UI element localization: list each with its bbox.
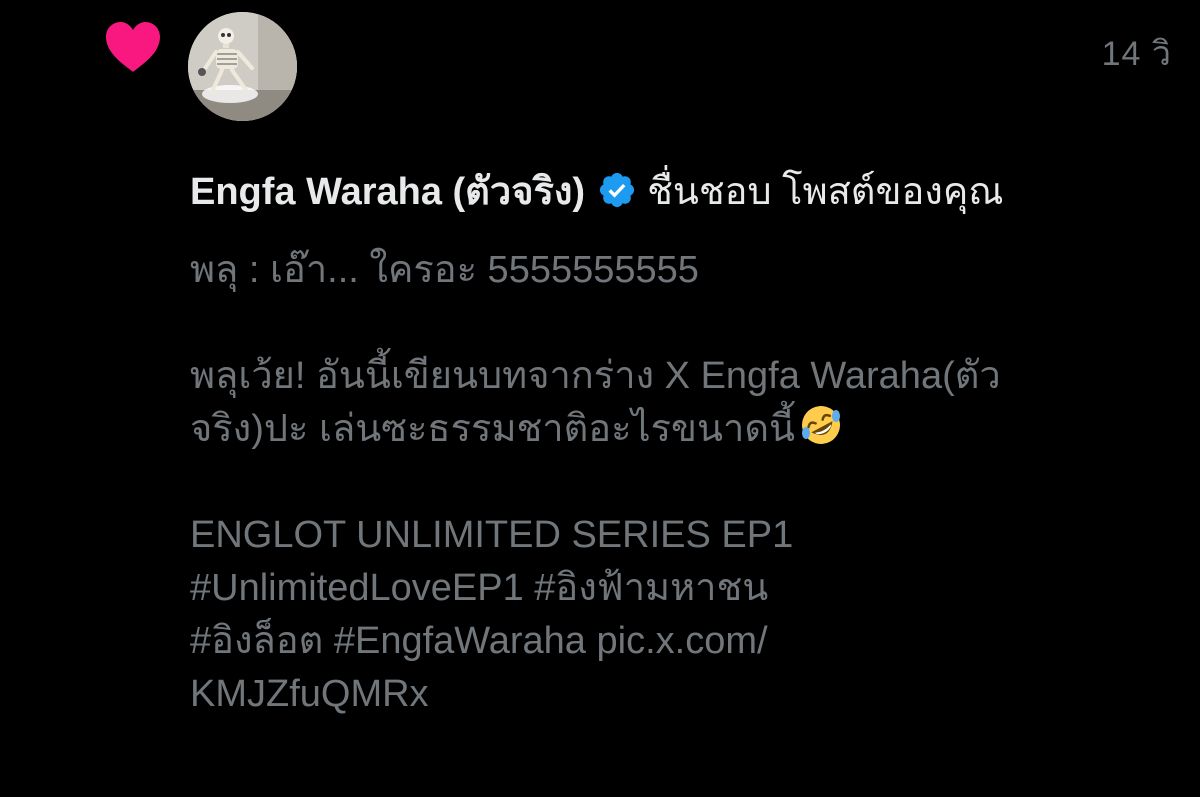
- rolling-on-floor-laughing-emoji-icon: [802, 406, 840, 444]
- notification-action-text: ชื่นชอบ โพสต์ของคุณ: [647, 170, 1004, 213]
- verified-badge-icon: [600, 172, 635, 208]
- post-line: พลุเว้ย! อันนี้เขียนบทจากร่าง X Engfa Wa…: [190, 355, 1001, 397]
- like-notification[interactable]: 14 วิ Engfa Waraha (ตัวจริง) ชื่นชอบ โพส…: [0, 0, 1200, 797]
- timestamp: 14 วิ: [1101, 35, 1172, 73]
- post-text[interactable]: พลุ : เอ๊า... ใครอะ 5555555555 พลุเว้ย! …: [190, 244, 1180, 721]
- post-line-link[interactable]: KMJZfuQMRx: [190, 668, 1180, 721]
- author-name[interactable]: Engfa Waraha (ตัวจริง): [190, 160, 585, 221]
- post-line-with-emoji: จริง)ปะ เล่นซะธรรมชาติอะไรขนาดนี้: [190, 403, 1180, 456]
- skeleton-avatar-icon: [188, 12, 297, 121]
- post-line: ENGLOT UNLIMITED SERIES EP1: [190, 514, 794, 556]
- post-line-hashtags[interactable]: #UnlimitedLoveEP1 #อิงฟ้ามหาชน: [190, 562, 1180, 615]
- heart-icon: [106, 22, 160, 72]
- post-line: พลุ : เอ๊า... ใครอะ 5555555555: [190, 249, 699, 291]
- avatar[interactable]: [188, 12, 297, 121]
- post-line-hashtags-link[interactable]: #อิงล็อต #EngfaWaraha pic.x.com/: [190, 615, 1180, 668]
- notification-headline: Engfa Waraha (ตัวจริง) ชื่นชอบ โพสต์ของค…: [190, 160, 1004, 220]
- post-line-text: จริง)ปะ เล่นซะธรรมชาติอะไรขนาดนี้: [190, 408, 795, 450]
